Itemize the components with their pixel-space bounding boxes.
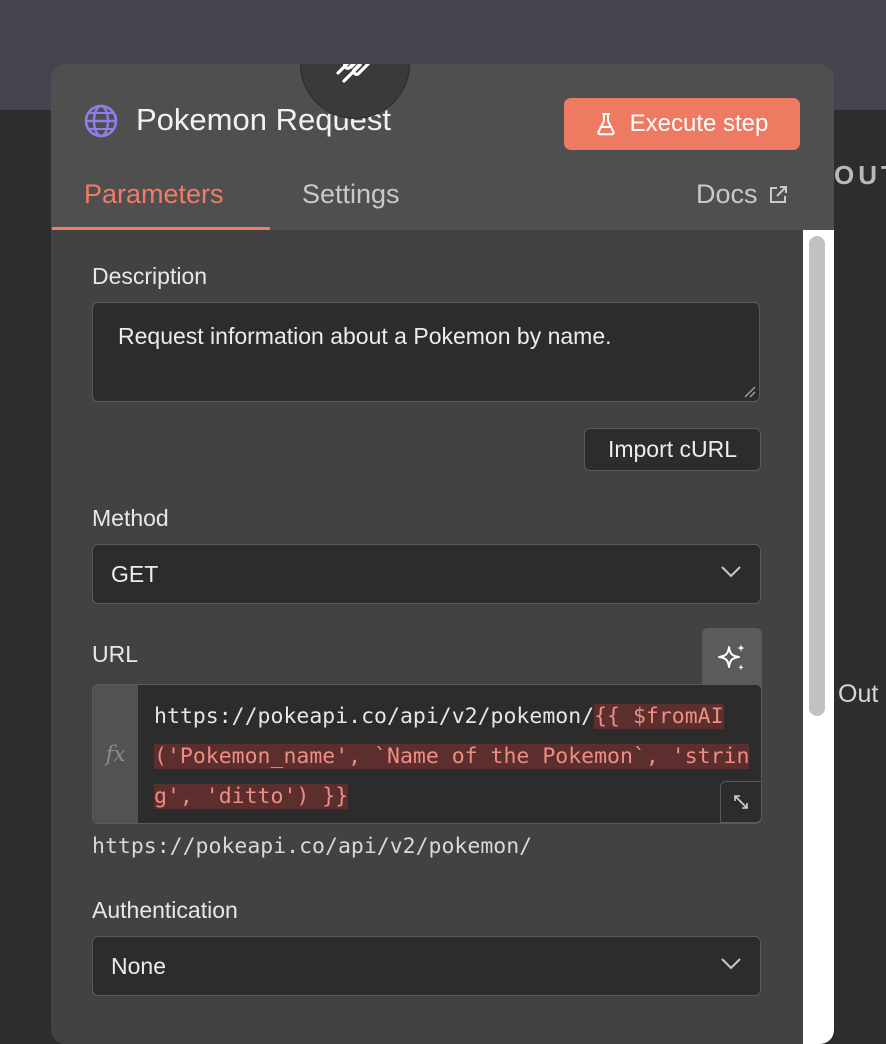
tab-parameters[interactable]: Parameters [84,179,224,210]
expand-icon [734,795,748,809]
import-curl-button[interactable]: Import cURL [584,428,761,471]
flask-icon [596,113,615,136]
fx-indicator: fx [93,685,138,823]
output-pane-background [834,110,886,1020]
method-label: Method [92,505,169,531]
url-value: https://pokeapi.co/api/v2/pokemon/{{ $fr… [154,697,757,817]
method-value: GET [111,560,159,587]
description-textarea[interactable]: Request information about a Pokemon by n… [92,302,760,402]
external-link-icon [769,185,787,203]
description-label: Description [92,263,208,289]
ai-assist-button[interactable] [702,628,762,688]
description-value: Request information about a Pokemon by n… [118,323,612,349]
node-parameters-panel: Pokemon Request Execute step Parameters … [51,64,834,1044]
output-pane-label: Out [838,680,879,708]
scrollbar-thumb[interactable] [809,236,825,716]
resize-grip-icon[interactable] [742,384,756,398]
active-tab-indicator [52,227,270,230]
authentication-select[interactable]: None [92,936,761,996]
tab-settings[interactable]: Settings [302,179,400,210]
method-select[interactable]: GET [92,544,761,604]
authentication-value: None [111,952,166,979]
chevron-down-icon [721,958,741,970]
globe-icon [84,104,118,138]
expand-editor-button[interactable] [720,781,761,823]
execute-step-button[interactable]: Execute step [564,98,800,150]
http-request-icon [336,64,371,83]
chevron-down-icon [721,566,741,578]
url-label: URL [92,641,139,667]
panel-header: Pokemon Request Execute step Parameters … [51,64,834,230]
url-resolved-preview: https://pokeapi.co/api/v2/pokemon/ [92,834,533,859]
docs-link[interactable]: Docs [696,179,788,210]
authentication-label: Authentication [92,897,238,923]
output-pane-heading: OUTP [834,160,886,190]
sparkles-icon [718,644,745,671]
url-static-part: https://pokeapi.co/api/v2/pokemon/ [154,704,595,729]
url-expression-input[interactable]: fx https://pokeapi.co/api/v2/pokemon/{{ … [92,684,762,824]
docs-label: Docs [696,179,758,209]
execute-step-label: Execute step [629,110,769,137]
